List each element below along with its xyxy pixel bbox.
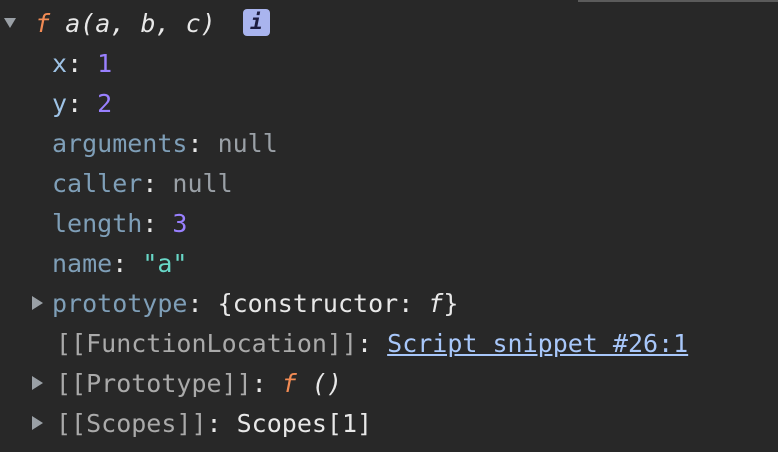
function-symbol: f — [35, 9, 51, 38]
function-signature: a(a, b, c) — [65, 9, 216, 38]
property-key: [[Scopes]] — [56, 409, 207, 438]
property-separator: : — [251, 369, 282, 398]
scopes-row[interactable]: [[Scopes]]: Scopes[1] — [0, 404, 778, 444]
info-icon[interactable]: i — [242, 8, 270, 36]
prototype-value-suffix: } — [443, 289, 459, 318]
property-separator: : — [67, 49, 98, 78]
property-value: null — [172, 169, 233, 198]
property-key: prototype — [52, 289, 188, 318]
property-row-name: name: "a" — [52, 244, 187, 284]
property-separator: : — [357, 329, 388, 358]
property-separator: : — [67, 89, 98, 118]
property-key: x — [52, 49, 68, 78]
property-row-y: y: 2 — [52, 84, 112, 124]
property-key: caller — [52, 169, 143, 198]
prototype-content: prototype: {constructor: f} — [52, 284, 458, 324]
property-key: name — [52, 249, 113, 278]
triangle-down-icon[interactable] — [4, 18, 16, 28]
internal-prototype-content: [[Prototype]]: f () — [56, 364, 342, 404]
property-key: y — [52, 89, 68, 118]
scopes-content: [[Scopes]]: Scopes[1] — [56, 404, 372, 444]
internal-prototype-row[interactable]: [[Prototype]]: f () — [0, 364, 778, 404]
property-key: arguments — [52, 129, 188, 158]
prototype-value-f: f — [428, 289, 444, 318]
prototype-row[interactable]: prototype: {constructor: f} — [0, 284, 778, 324]
property-separator: : — [142, 209, 173, 238]
property-value: 1 — [97, 49, 113, 78]
function-header-row[interactable]: f a(a, b, c) i — [0, 4, 270, 44]
property-value: 2 — [97, 89, 113, 118]
property-key: [[Prototype]] — [56, 369, 252, 398]
property-key: length — [52, 209, 143, 238]
property-value: 3 — [172, 209, 188, 238]
triangle-right-icon[interactable] — [32, 416, 43, 430]
function-location-row: [[FunctionLocation]]: Script snippet #26… — [56, 324, 688, 364]
property-separator: : — [187, 289, 218, 318]
property-separator: : — [112, 249, 143, 278]
property-separator: : — [187, 129, 218, 158]
property-row-x: x: 1 — [52, 44, 112, 84]
panel-edge-line — [578, 0, 778, 2]
property-key: [[FunctionLocation]] — [56, 329, 358, 358]
triangle-right-icon[interactable] — [32, 296, 43, 310]
triangle-right-icon[interactable] — [32, 376, 43, 390]
script-location-link[interactable]: Script snippet #26:1 — [387, 329, 688, 358]
property-separator: : — [206, 409, 237, 438]
internal-prototype-value: () — [296, 369, 342, 398]
property-value: null — [217, 129, 278, 158]
scopes-value: Scopes[1] — [236, 409, 373, 438]
property-separator: : — [142, 169, 173, 198]
property-row-caller: caller: null — [52, 164, 233, 204]
function-symbol: f — [281, 369, 297, 398]
prototype-value-prefix: {constructor: — [217, 289, 429, 318]
property-row-arguments: arguments: null — [52, 124, 278, 164]
property-value: "a" — [142, 249, 188, 278]
property-row-length: length: 3 — [52, 204, 187, 244]
